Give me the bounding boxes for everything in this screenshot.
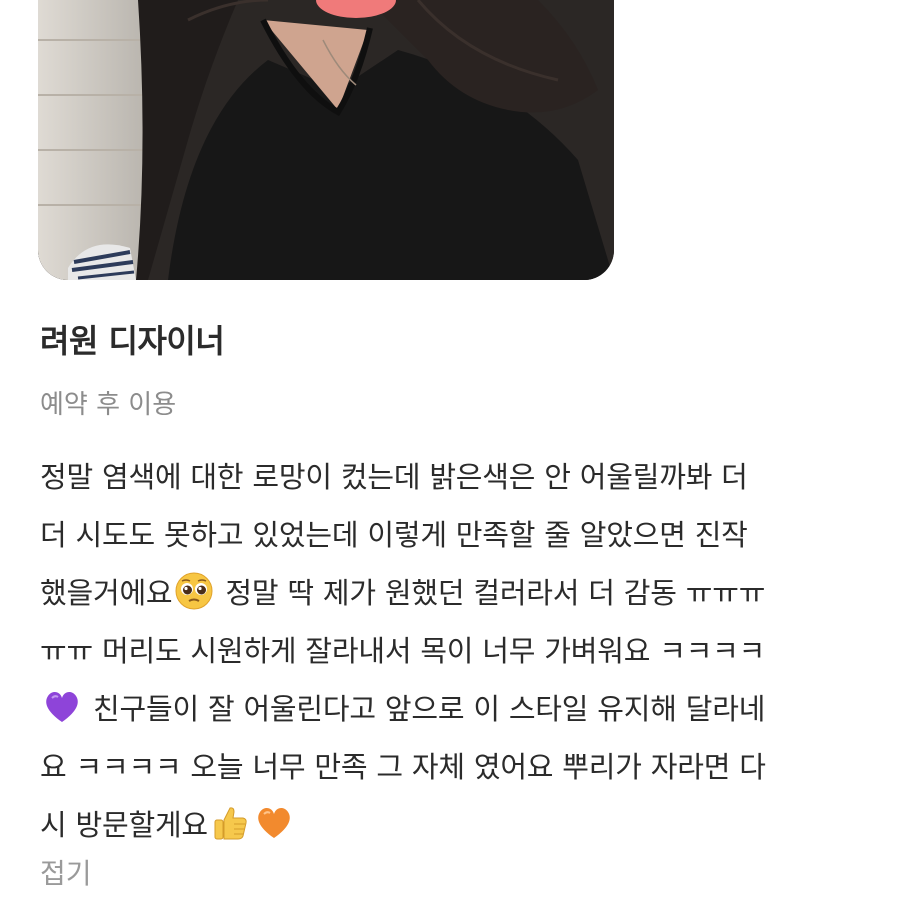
review-line: 했을거에요 정말 딱 제가 원했던 컬러라서 더 감동 ㅠㅠㅠ (40, 564, 880, 622)
designer-name[interactable]: 려원 디자이너 (40, 316, 225, 362)
review-line: 요 ㅋㅋㅋㅋ 오늘 너무 만족 그 자체 였어요 뿌리가 자라면 다 (40, 750, 766, 784)
review-text-segment: 친구들이 잘 어울린다고 앞으로 이 스타일 유지해 달라네 (84, 692, 766, 726)
review-text-segment: 시 방문할게요 (40, 808, 208, 842)
review-text-segment: 했을거에요 (40, 576, 173, 610)
fold-button[interactable]: 접기 (40, 852, 92, 892)
review-line: 더 시도도 못하고 있었는데 이렇게 만족할 줄 알았으면 진작 (40, 518, 748, 552)
review-line: 정말 염색에 대한 로망이 컸는데 밝은색은 안 어울릴까봐 더 (40, 460, 748, 494)
review-photo[interactable] (38, 0, 614, 280)
review-line: ㅠㅠ 머리도 시원하게 잘라내서 목이 너무 가벼워요 ㅋㅋㅋㅋ (40, 634, 766, 668)
review-text: 정말 염색에 대한 로망이 컸는데 밝은색은 안 어울릴까봐 더 더 시도도 못… (40, 448, 880, 854)
purple-heart-icon (42, 687, 82, 727)
orange-heart-icon (254, 803, 294, 843)
pleading-face-icon (174, 571, 214, 611)
thumbs-up-icon (210, 803, 250, 843)
review-text-segment: 정말 딱 제가 원했던 컬러라서 더 감동 ㅠㅠㅠ (216, 576, 766, 610)
review-photo-image (38, 0, 614, 280)
review-card: 려원 디자이너 예약 후 이용 정말 염색에 대한 로망이 컸는데 밝은색은 안… (0, 0, 900, 900)
visit-type-label: 예약 후 이용 (40, 390, 177, 420)
review-line: 친구들이 잘 어울린다고 앞으로 이 스타일 유지해 달라네 (40, 680, 880, 738)
review-line: 시 방문할게요 (40, 796, 880, 854)
